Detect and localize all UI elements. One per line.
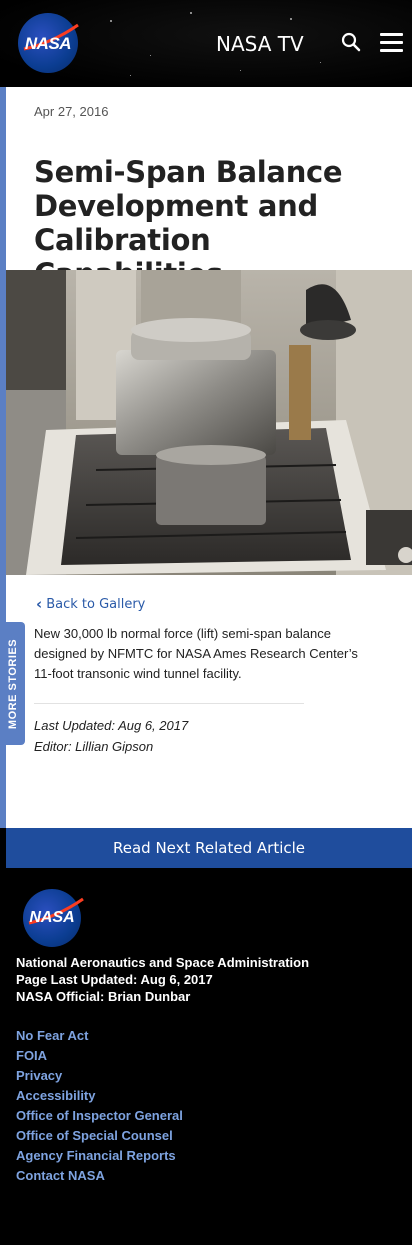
editor: Editor: Lillian Gipson <box>34 739 154 754</box>
article-date: Apr 27, 2016 <box>34 104 109 119</box>
article-photo <box>6 270 412 575</box>
last-updated: Last Updated: Aug 6, 2017 <box>34 718 189 733</box>
agency-name: National Aeronautics and Space Administr… <box>16 955 310 970</box>
logo-text: NASA <box>24 34 72 53</box>
search-icon[interactable] <box>341 32 361 52</box>
hamburger-menu-icon[interactable] <box>380 33 403 52</box>
footer-link-inspector-general[interactable]: Office of Inspector General <box>16 1106 183 1126</box>
article-body: Apr 27, 2016 Semi-Span Balance Developme… <box>6 87 412 828</box>
site-footer: NASA National Aeronautics and Space Admi… <box>0 868 412 1245</box>
back-link-label: Back to Gallery <box>46 596 146 612</box>
nasa-logo[interactable]: NASA <box>18 13 79 73</box>
footer-link-financial-reports[interactable]: Agency Financial Reports <box>16 1146 183 1166</box>
more-stories-label: MORE STORIES <box>6 638 19 729</box>
more-stories-tab[interactable]: MORE STORIES <box>0 622 25 745</box>
chevron-left-icon: ‹ <box>36 595 43 613</box>
site-header: NASA NASA TV <box>0 0 412 87</box>
footer-link-no-fear-act[interactable]: No Fear Act <box>16 1026 183 1046</box>
footer-links: No Fear Act FOIA Privacy Accessibility O… <box>16 1026 183 1186</box>
footer-link-special-counsel[interactable]: Office of Special Counsel <box>16 1126 183 1146</box>
footer-agency-info: National Aeronautics and Space Administr… <box>16 954 309 1005</box>
nasa-tv-link[interactable]: NASA TV <box>216 32 304 56</box>
nasa-official: NASA Official: Brian Dunbar <box>16 989 191 1004</box>
article-description: New 30,000 lb normal force (lift) semi-s… <box>34 626 358 681</box>
article-meta: Last Updated: Aug 6, 2017 Editor: Lillia… <box>34 715 188 757</box>
back-to-gallery-link[interactable]: ‹ Back to Gallery <box>36 595 145 613</box>
footer-nasa-logo[interactable]: NASA <box>23 889 84 947</box>
footer-link-accessibility[interactable]: Accessibility <box>16 1086 183 1106</box>
footer-link-privacy[interactable]: Privacy <box>16 1066 183 1086</box>
page-last-updated: Page Last Updated: Aug 6, 2017 <box>16 972 213 987</box>
footer-logo-text: NASA <box>29 909 75 926</box>
footer-link-contact-nasa[interactable]: Contact NASA <box>16 1166 183 1186</box>
balance-photo-image <box>6 270 412 575</box>
read-next-button[interactable]: Read Next Related Article <box>6 828 412 868</box>
divider <box>34 703 304 704</box>
footer-link-foia[interactable]: FOIA <box>16 1046 183 1066</box>
